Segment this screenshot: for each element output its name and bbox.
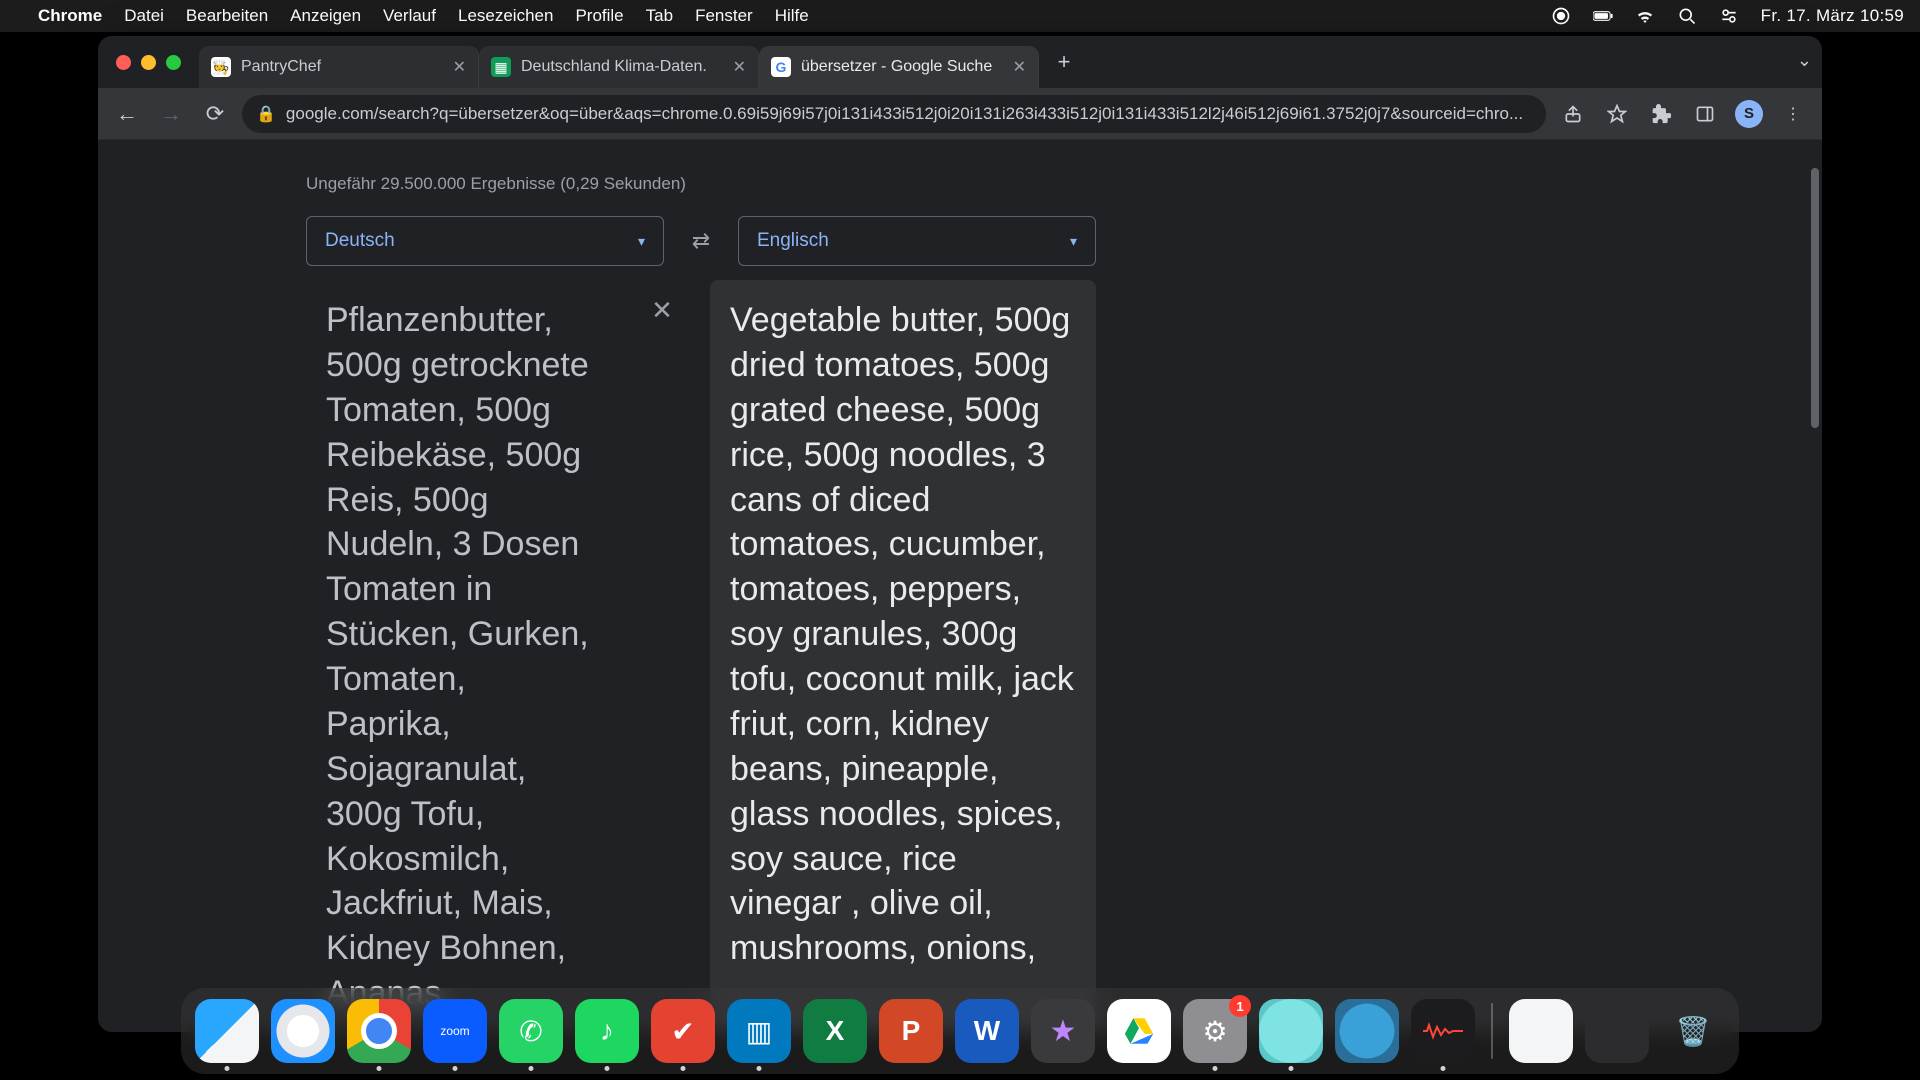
dock-quicktime[interactable] [1335,999,1399,1063]
source-text-pane[interactable]: ✕ Pflanzenbutter, 500g getrocknete Tomat… [306,280,692,1032]
favicon-sheet: ▦ [491,57,511,77]
dock-app-circle[interactable] [1259,999,1323,1063]
sidepanel-button[interactable] [1688,97,1722,131]
url-text: google.com/search?q=übersetzer&oq=über&a… [286,104,1532,124]
target-text: Vegetable butter, 500g dried tomatoes, 5… [730,298,1076,971]
control-center-icon[interactable] [1719,6,1739,26]
menubar-clock[interactable]: Fr. 17. März 10:59 [1761,6,1904,26]
dock-google-drive[interactable] [1107,999,1171,1063]
dock-word[interactable]: W [955,999,1019,1063]
nav-back-button[interactable]: ← [110,97,144,131]
dock-imovie[interactable]: ★ [1031,999,1095,1063]
extensions-button[interactable] [1644,97,1678,131]
settings-badge: 1 [1229,995,1251,1017]
share-button[interactable] [1556,97,1590,131]
dock-whatsapp[interactable]: ✆ [499,999,563,1063]
address-bar[interactable]: 🔒 google.com/search?q=übersetzer&oq=über… [242,95,1546,133]
tab-google-search[interactable]: G übersetzer - Google Suche ✕ [759,46,1039,88]
tabstrip: 🧑‍🍳 PantryChef ✕ ▦ Deutschland Klima-Dat… [98,36,1822,88]
target-language-select[interactable]: Englisch ▾ [738,216,1096,266]
menubar-item-profile[interactable]: Profile [575,6,623,26]
swap-languages-button[interactable]: ⇄ [680,220,722,262]
menubar-item-bearbeiten[interactable]: Bearbeiten [186,6,268,26]
window-zoom-button[interactable] [166,55,181,70]
window-close-button[interactable] [116,55,131,70]
dock-todoist[interactable]: ✔ [651,999,715,1063]
source-text: Pflanzenbutter, 500g getrocknete Tomaten… [326,298,596,1016]
target-language-label: Englisch [757,230,829,252]
browser-toolbar: ← → ⟳ 🔒 google.com/search?q=übersetzer&o… [98,88,1822,140]
menubar-app-name[interactable]: Chrome [38,6,102,26]
avatar-initial: S [1735,100,1763,128]
new-tab-button[interactable]: + [1047,45,1081,79]
wifi-icon[interactable] [1635,6,1655,26]
dock-excel[interactable]: X [803,999,867,1063]
profile-avatar[interactable]: S [1732,97,1766,131]
menubar-item-tab[interactable]: Tab [646,6,673,26]
menubar-item-verlauf[interactable]: Verlauf [383,6,436,26]
dock-voice-memos[interactable] [1411,999,1475,1063]
menubar-item-hilfe[interactable]: Hilfe [775,6,809,26]
menubar-item-lesezeichen[interactable]: Lesezeichen [458,6,553,26]
tab-klimadaten[interactable]: ▦ Deutschland Klima-Daten. ✕ [479,46,759,88]
favicon-pantrychef: 🧑‍🍳 [211,57,231,77]
tab-close-button[interactable]: ✕ [1013,57,1026,77]
dock-chrome[interactable] [347,999,411,1063]
dock-trello[interactable]: ▥ [727,999,791,1063]
tab-overflow-button[interactable]: ⌄ [1797,50,1812,71]
dock-spotify[interactable]: ♪ [575,999,639,1063]
dock-zoom[interactable]: zoom [423,999,487,1063]
menubar-item-anzeigen[interactable]: Anzeigen [290,6,361,26]
dock-powerpoint[interactable]: P [879,999,943,1063]
dock-recent-window-1[interactable] [1509,999,1573,1063]
dock-trash[interactable]: 🗑️ [1661,999,1725,1063]
favicon-google: G [771,57,791,77]
macos-dock: zoom ✆ ♪ ✔ ▥ X P W ★ ⚙ 1 🗑️ [181,988,1739,1074]
screen-record-icon[interactable] [1551,6,1571,26]
chevron-down-icon: ▾ [638,233,645,250]
dock-separator [1491,1003,1493,1059]
nav-forward-button: → [154,97,188,131]
menubar-item-datei[interactable]: Datei [124,6,164,26]
tab-close-button[interactable]: ✕ [733,57,746,77]
tab-pantrychef[interactable]: 🧑‍🍳 PantryChef ✕ [199,46,479,88]
dock-system-preferences[interactable]: ⚙ 1 [1183,999,1247,1063]
dock-finder[interactable] [195,999,259,1063]
lock-icon: 🔒 [256,104,276,124]
tab-title: übersetzer - Google Suche [801,58,1003,76]
tab-title: Deutschland Klima-Daten. [521,58,723,76]
chrome-window: 🧑‍🍳 PantryChef ✕ ▦ Deutschland Klima-Dat… [98,36,1822,1032]
results-stats: Ungefähr 29.500.000 Ergebnisse (0,29 Sek… [306,174,1822,194]
chrome-menu-button[interactable]: ⋮ [1776,97,1810,131]
tab-close-button[interactable]: ✕ [453,57,466,77]
target-text-pane[interactable]: Vegetable butter, 500g dried tomatoes, 5… [710,280,1096,1032]
macos-menubar: Chrome Datei Bearbeiten Anzeigen Verlauf… [0,0,1920,32]
chevron-down-icon: ▾ [1070,233,1077,250]
spotlight-icon[interactable] [1677,6,1697,26]
dock-recent-window-2[interactable] [1585,999,1649,1063]
bookmark-button[interactable] [1600,97,1634,131]
nav-reload-button[interactable]: ⟳ [198,97,232,131]
clear-source-button[interactable]: ✕ [646,294,678,326]
source-language-select[interactable]: Deutsch ▾ [306,216,664,266]
translate-widget: Deutsch ▾ ⇄ Englisch ▾ ✕ Pflanzenbutter,… [306,216,1096,1032]
window-minimize-button[interactable] [141,55,156,70]
tab-title: PantryChef [241,58,443,76]
window-controls [108,55,189,70]
page-viewport[interactable]: Ungefähr 29.500.000 Ergebnisse (0,29 Sek… [98,140,1822,1032]
dock-safari[interactable] [271,999,335,1063]
battery-icon[interactable] [1593,6,1613,26]
menubar-item-fenster[interactable]: Fenster [695,6,753,26]
source-language-label: Deutsch [325,230,395,252]
